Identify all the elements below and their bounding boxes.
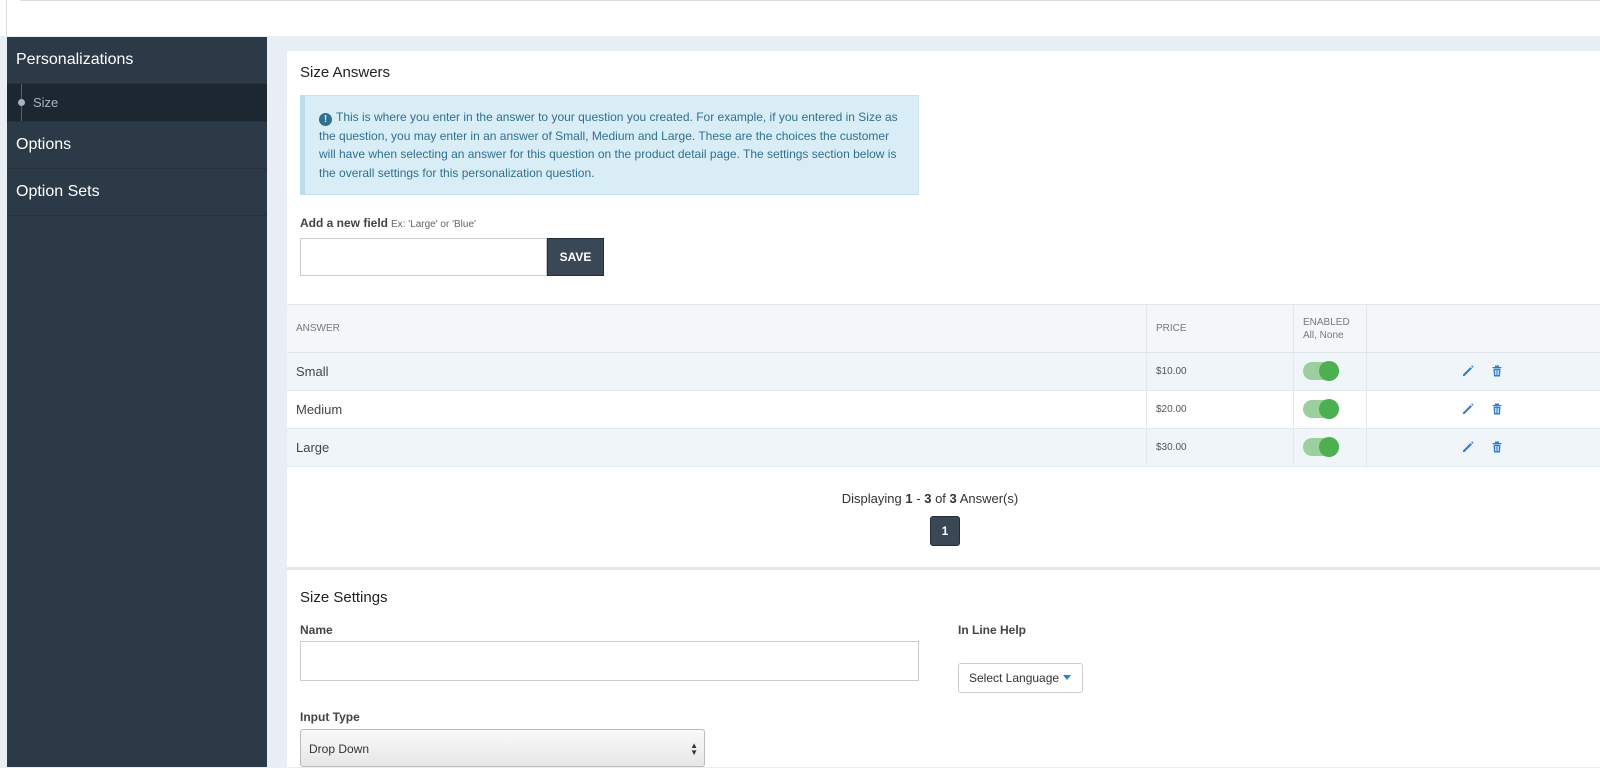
pager-from: 1	[905, 491, 913, 506]
enabled-all-none-links[interactable]: All, None	[1303, 330, 1366, 341]
top-border	[20, 0, 1600, 1]
enabled-toggle[interactable]	[1303, 361, 1339, 381]
table-row: Large $30.00	[287, 429, 1600, 467]
caret-down-icon	[1063, 675, 1072, 680]
pager-prefix: Displaying	[841, 491, 902, 506]
enabled-header-label: ENABLED	[1303, 316, 1350, 328]
select-language-dropdown[interactable]: Select Language	[958, 663, 1083, 693]
select-language-label: Select Language	[969, 671, 1060, 685]
main-panel: Size Answers ! This is where you enter in…	[287, 51, 1600, 767]
enabled-toggle[interactable]	[1303, 437, 1339, 457]
add-field-label: Add a new field Ex: 'Large' or 'Blue'	[300, 216, 476, 230]
price-cell: $30.00	[1146, 429, 1293, 466]
pagination-summary: Displaying 1 - 3 of 3 Answer(s)	[287, 491, 1573, 506]
pencil-icon[interactable]	[1461, 402, 1475, 416]
column-header-answer[interactable]: ANSWER	[287, 305, 1146, 352]
pager-dash: -	[916, 491, 921, 506]
enabled-cell	[1293, 391, 1366, 428]
toggle-knob	[1319, 437, 1339, 457]
toggle-knob	[1319, 361, 1339, 381]
name-label: Name	[300, 623, 333, 637]
info-text: This is where you enter in the answer to…	[319, 110, 898, 180]
table-row: Small $10.00	[287, 353, 1600, 391]
toggle-knob	[1319, 399, 1339, 419]
top-bar	[0, 0, 1600, 36]
page-1-button[interactable]: 1	[930, 516, 960, 546]
info-alert: ! This is where you enter in the answer t…	[300, 95, 919, 195]
input-type-value: Drop Down	[309, 742, 370, 756]
answer-cell: Medium	[296, 402, 343, 417]
enabled-toggle[interactable]	[1303, 399, 1339, 419]
pencil-icon[interactable]	[1461, 440, 1475, 454]
column-header-actions	[1366, 305, 1600, 352]
pager-to: 3	[924, 491, 932, 506]
actions-cell	[1366, 353, 1600, 390]
name-input[interactable]	[300, 641, 919, 681]
trash-icon[interactable]	[1490, 364, 1504, 378]
trash-icon[interactable]	[1490, 440, 1504, 454]
price-cell: $10.00	[1146, 353, 1293, 390]
sidebar-subitem-label: Size	[33, 95, 59, 110]
enabled-cell	[1293, 353, 1366, 390]
answers-title: Size Answers	[300, 64, 391, 81]
save-button[interactable]: SAVE	[547, 238, 604, 276]
pager-suffix: Answer(s)	[959, 491, 1019, 506]
exclamation-circle-icon: !	[319, 113, 332, 126]
column-header-enabled: ENABLED All, None	[1293, 305, 1366, 352]
answers-table: ANSWER PRICE ENABLED All, None Small $10…	[287, 304, 1600, 467]
bullet-icon	[18, 99, 25, 106]
top-left-border	[6, 0, 7, 36]
answer-cell: Large	[296, 440, 330, 455]
table-header: ANSWER PRICE ENABLED All, None	[287, 305, 1600, 353]
trash-icon[interactable]	[1490, 402, 1504, 416]
sidebar-item-option-sets[interactable]: Option Sets	[7, 169, 267, 216]
add-field-hint: Ex: 'Large' or 'Blue'	[391, 219, 476, 230]
new-answer-input[interactable]	[300, 238, 547, 276]
select-arrows-icon: ▲ ▼	[690, 741, 698, 757]
pencil-icon[interactable]	[1461, 364, 1475, 378]
actions-cell	[1366, 391, 1600, 428]
inline-help-label: In Line Help	[958, 623, 1027, 637]
actions-cell	[1366, 429, 1600, 466]
sidebar: Personalizations Size Options Option Set…	[7, 37, 267, 767]
pager-total: 3	[949, 491, 957, 506]
section-divider	[287, 567, 1600, 570]
input-type-select[interactable]: Drop Down ▲ ▼	[300, 729, 705, 767]
enabled-cell	[1293, 429, 1366, 466]
pager-of: of	[935, 491, 946, 506]
settings-title: Size Settings	[300, 589, 388, 606]
sidebar-item-personalizations[interactable]: Personalizations	[7, 37, 267, 84]
column-header-price[interactable]: PRICE	[1146, 305, 1293, 352]
sidebar-subitem-size[interactable]: Size	[7, 84, 267, 122]
input-type-label: Input Type	[300, 710, 360, 724]
sidebar-item-options[interactable]: Options	[7, 122, 267, 169]
price-cell: $20.00	[1146, 391, 1293, 428]
add-field-label-text: Add a new field	[300, 216, 389, 230]
answer-cell: Small	[296, 364, 329, 379]
table-row: Medium $20.00	[287, 391, 1600, 429]
